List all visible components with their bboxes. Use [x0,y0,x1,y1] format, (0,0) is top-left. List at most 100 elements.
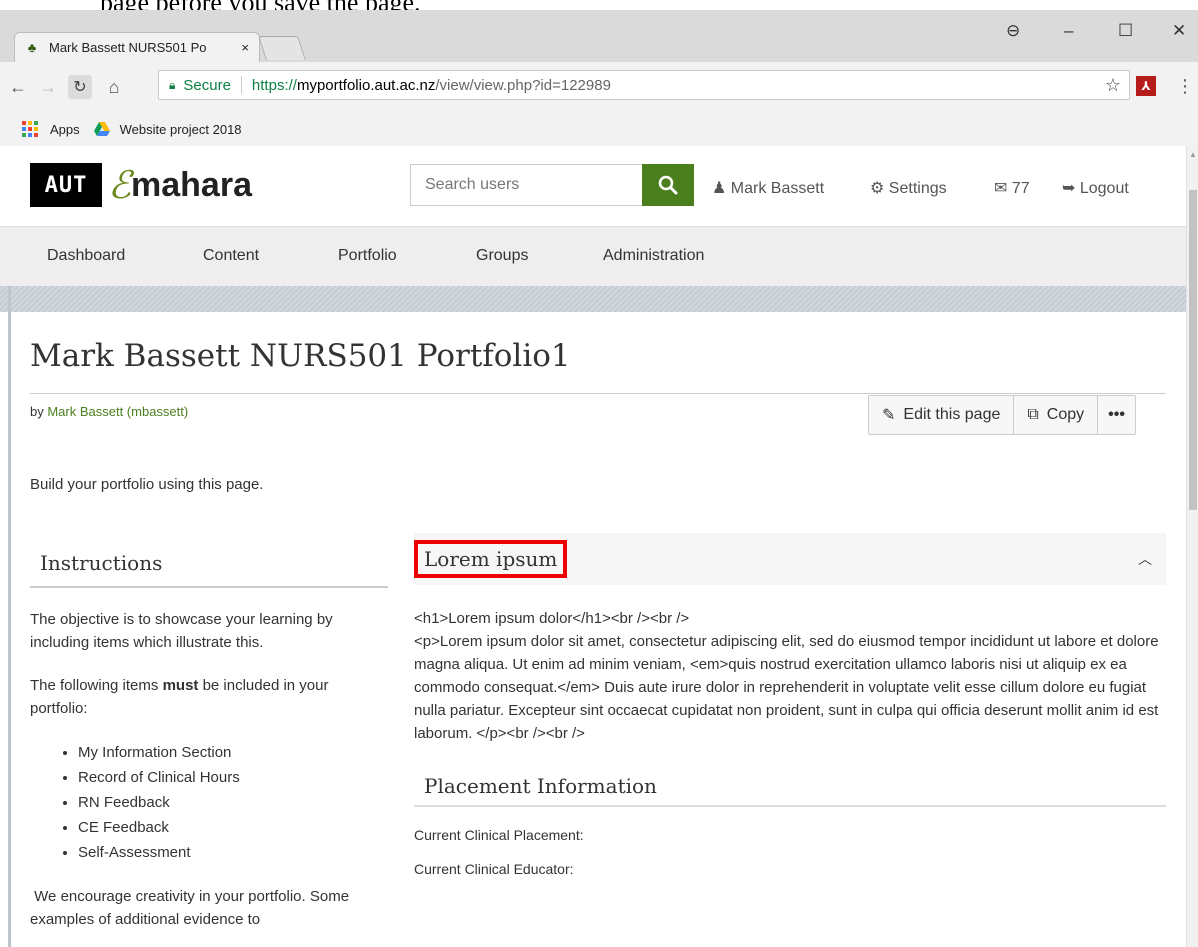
more-options-label: ••• [1108,406,1125,423]
browser-toolbar: ← → ↻ ⌂ 🔒︎ Secure https://myportfolio.au… [0,62,1198,112]
byline: by Mark Bassett (mbassett) [30,404,188,419]
instructions-paragraph-3: We encourage creativity in your portfoli… [30,888,354,928]
address-bar[interactable]: 🔒︎ Secure https://myportfolio.aut.ac.nz /… [158,70,1130,100]
nav-dashboard[interactable]: Dashboard [47,247,125,265]
forward-arrow-icon[interactable]: → [36,77,60,98]
nav-administration[interactable]: Administration [603,247,704,265]
instructions-paragraph-1: The objective is to showcase your learni… [30,611,333,651]
list-item: My Information Section [78,740,388,765]
nav-content[interactable]: Content [203,247,259,265]
logout-link[interactable]: ➥ Logout [1062,178,1129,198]
content-column: Lorem ipsum ︿ <h1>Lorem ipsum dolor</h1>… [414,533,1166,877]
url-scheme: https:// [251,76,297,94]
collapse-chevron-icon[interactable]: ︿ [1138,549,1152,569]
edit-page-button[interactable]: ✎ Edit this page [869,396,1015,434]
user-name: Mark Bassett [730,180,825,197]
search-button[interactable] [642,164,694,206]
search-icon [658,175,678,195]
scroll-up-icon[interactable]: ▲ [1189,150,1197,159]
profile-icon[interactable]: ⊖ [1006,18,1020,44]
lorem-block-body: <h1>Lorem ipsum dolor</h1><br /><br /> <… [414,607,1166,745]
instructions-block: Instructions The objective is to showcas… [30,540,388,947]
mahara-wordmark: mahara [131,165,252,204]
bookmark-website-project[interactable]: Website project 2018 [120,122,242,137]
page-scrollbar[interactable]: ▲ [1186,146,1198,947]
user-profile-link[interactable]: ♟ Mark Bassett [712,178,824,198]
placement-divider [414,805,1166,807]
tab-title: Mark Bassett NURS501 Po [49,40,207,55]
browser-window: ♣ Mark Bassett NURS501 Po × ⊖ – ☐ ✕ ← → … [0,10,1198,146]
user-icon: ♟ [712,180,731,197]
decorative-stripe [0,286,1186,312]
site-logo[interactable]: AUT ℰ mahara [30,160,252,210]
instructions-title: Instructions [40,551,163,575]
placement-title: Placement Information [424,774,657,798]
google-drive-icon [93,122,110,136]
lorem-block-header[interactable]: Lorem ipsum ︿ [414,533,1166,585]
bookmarks-bar: Apps Website project 2018 [0,112,1198,146]
search-users-input[interactable]: Search users [410,164,642,206]
close-window-button[interactable]: ✕ [1172,18,1186,44]
required-items-list: My Information Section Record of Clinica… [78,740,388,865]
pencil-icon: ✎ [882,407,896,424]
mahara-mark-icon: ℰ [108,163,132,207]
messages-link[interactable]: ✉ 77 [994,178,1030,198]
page-actions: ✎ Edit this page ⧉ Copy ••• [868,395,1136,435]
reload-icon[interactable]: ↻ [68,75,92,99]
maximize-button[interactable]: ☐ [1118,18,1133,44]
secure-label: Secure [183,76,231,94]
nav-portfolio[interactable]: Portfolio [338,247,397,265]
settings-label: Settings [888,180,947,197]
gear-icon: ⚙ [870,180,889,197]
lorem-block-title: Lorem ipsum [414,540,568,578]
byline-prefix: by [30,404,48,419]
list-item: CE Feedback [78,815,388,840]
mahara-favicon-icon: ♣ [27,40,37,55]
minimize-button[interactable]: – [1064,18,1073,44]
copy-icon: ⧉ [1027,406,1039,423]
list-item: Record of Clinical Hours [78,765,388,790]
tab-close-icon[interactable]: × [241,40,249,55]
home-icon[interactable]: ⌂ [102,77,126,98]
logout-label: Logout [1079,180,1129,197]
lock-icon: 🔒︎ [169,77,176,92]
messages-count: 77 [1011,180,1030,197]
scrollbar-thumb[interactable] [1189,190,1197,510]
main-navigation: Dashboard Content Portfolio Groups Admin… [0,226,1186,286]
edit-page-label: Edit this page [903,406,1001,423]
back-arrow-icon[interactable]: ← [6,77,30,98]
bookmark-apps[interactable]: Apps [50,122,80,137]
apps-grid-icon [22,121,38,137]
url-host: myportfolio.aut.ac.nz [296,76,436,94]
list-item: RN Feedback [78,790,388,815]
omnibox-divider [240,76,242,94]
current-placement-field: Current Clinical Placement: [414,827,584,843]
bookmark-star-icon[interactable]: ☆ [1105,75,1121,96]
tab-bar: ♣ Mark Bassett NURS501 Po × ⊖ – ☐ ✕ [0,10,1198,62]
settings-link[interactable]: ⚙ Settings [870,178,947,198]
new-tab-button[interactable] [258,36,306,60]
title-divider [30,393,1166,394]
page-description: Build your portfolio using this page. [30,476,264,493]
left-border [8,286,11,947]
more-options-button[interactable]: ••• [1098,396,1135,434]
copy-button[interactable]: ⧉ Copy [1014,396,1099,434]
lorem-line-1: <h1>Lorem ipsum dolor</h1><br /><br /> [414,610,690,627]
nav-groups[interactable]: Groups [476,247,528,265]
browser-tab[interactable]: ♣ Mark Bassett NURS501 Po × [14,32,260,62]
instructions-divider [30,586,388,588]
page-title: Mark Bassett NURS501 Portfolio1 [30,338,571,374]
logout-icon: ➥ [1062,180,1080,197]
envelope-icon: ✉ [994,180,1012,197]
instructions-text: The objective is to showcase your learni… [30,608,388,931]
url-path: /view/view.php?id=122989 [435,76,611,94]
pdf-extension-icon[interactable]: ⅄ [1136,76,1156,96]
instructions-paragraph-2: The following items must be included in … [30,677,329,717]
aut-logo: AUT [30,163,102,207]
lorem-paragraph: <p>Lorem ipsum dolor sit amet, consectet… [414,633,1159,742]
browser-menu-icon[interactable]: ⋮ [1176,76,1194,97]
current-educator-field: Current Clinical Educator: [414,861,574,877]
author-link[interactable]: Mark Bassett (mbassett) [47,404,188,419]
site-header: AUT ℰ mahara Search users ♟ Mark Bassett… [0,146,1186,226]
copy-label: Copy [1046,406,1085,423]
